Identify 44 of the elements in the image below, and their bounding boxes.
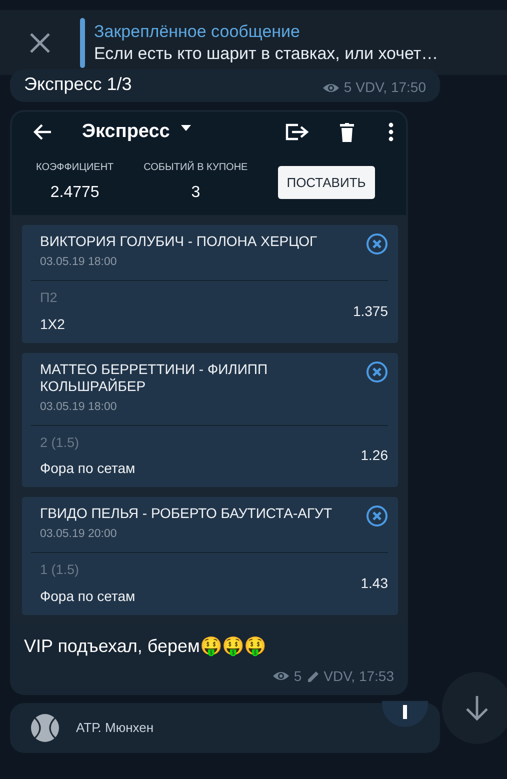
stat-value: 2.4775	[49, 183, 100, 203]
author-time: VDV, 17:53	[324, 666, 394, 686]
odds-value: 1.375	[352, 302, 388, 321]
bet-outcome: 2 (1.5)	[40, 434, 80, 452]
stat-value: 3	[190, 183, 202, 203]
view-count: 5	[294, 666, 302, 686]
stat-label: КОЭФФИЦИЕНТ	[36, 161, 114, 175]
market-name: Фора по сетам	[40, 586, 136, 606]
scroll-indicator	[382, 700, 428, 726]
remove-icon[interactable]	[366, 505, 388, 527]
match-name: МАТТЕО БЕРРЕТТИНИ - ФИЛИПП КОЛЬШРАЙБЕР	[40, 360, 269, 394]
place-bet-button[interactable]: ПОСТАВИТЬ	[278, 166, 375, 200]
eye-icon	[322, 82, 340, 94]
match-name: ГВИДО ПЕЛЬЯ - РОБЕРТО БАУТИСТА-АГУТ	[40, 505, 332, 522]
pinned-title: Закреплённое сообщение	[94, 20, 301, 42]
tennis-ball-icon	[30, 712, 60, 742]
back-arrow-icon[interactable]	[32, 123, 52, 141]
author-time: VDV, 17:50	[356, 78, 426, 97]
preview-text: АТР. Мюнхен	[76, 718, 154, 737]
eye-icon	[272, 670, 290, 682]
bet-outcome: 1 (1.5)	[40, 561, 80, 580]
market-name: 1X2	[40, 314, 65, 334]
match-date: 03.05.19 20:00	[40, 527, 118, 542]
match-name: ВИКТОРИЯ ГОЛУБИЧ - ПОЛОНА ХЕРЦОГ	[40, 233, 318, 250]
close-icon	[29, 32, 51, 54]
down-arrow-icon	[465, 695, 489, 721]
view-count: 5	[344, 78, 352, 97]
match-date: 03.05.19 18:00	[40, 255, 118, 270]
trash-icon[interactable]	[340, 122, 354, 142]
stat-label: СОБЫТИЙ В КУПОНЕ	[144, 160, 248, 175]
remove-icon[interactable]	[366, 233, 388, 255]
market-name: Фора по сетам	[40, 459, 136, 478]
remove-icon[interactable]	[366, 360, 388, 382]
screen-title: Экспресс	[82, 120, 170, 144]
odds-value: 1.43	[360, 574, 388, 593]
bet-outcome: П2	[40, 289, 58, 308]
odds-value: 1.26	[360, 446, 388, 466]
more-icon[interactable]	[388, 122, 394, 142]
export-icon[interactable]	[284, 122, 310, 142]
message-text: VIP подъехал, берем🤑🤑🤑	[23, 634, 267, 658]
pinned-text: Если есть кто шарит в ставках, или хочет…	[94, 42, 438, 64]
match-date: 03.05.19 18:00	[40, 400, 118, 414]
message-text: Экспресс 1/3	[24, 73, 132, 96]
dropdown-caret-icon[interactable]	[180, 124, 192, 132]
